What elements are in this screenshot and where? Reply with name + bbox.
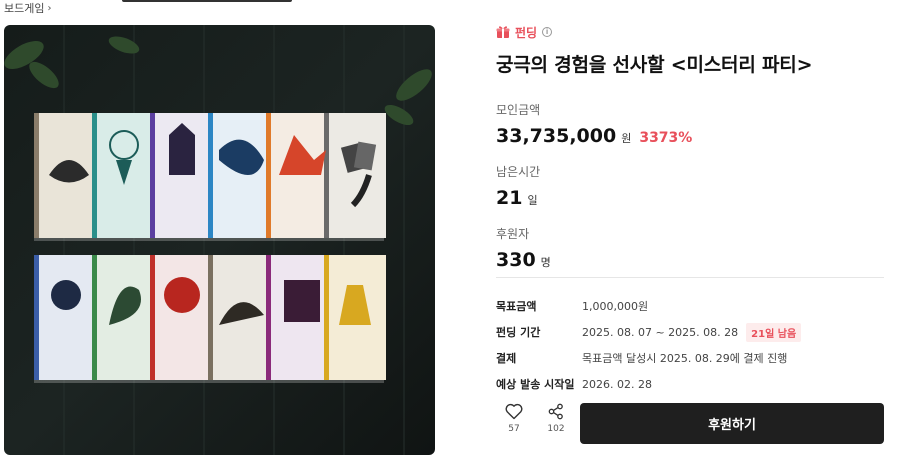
backers-label: 후원자 — [496, 227, 530, 241]
product-image — [4, 25, 435, 455]
breadcrumb[interactable]: 보드게임 › — [4, 0, 51, 16]
top-bar — [122, 0, 292, 2]
payment-value: 목표금액 달성시 2025. 08. 29에 결제 진행 — [582, 352, 788, 365]
raised-value-row: 33,735,000 원 3373% — [496, 125, 886, 147]
project-info: 펀딩 i 궁극의 경험을 선사할 <미스터리 파티> 모인금액 33,735,0… — [496, 22, 886, 272]
period-value: 2025. 08. 07 ~ 2025. 08. 28 — [582, 325, 739, 339]
payment-row: 결제 목표금액 달성시 2025. 08. 29에 결제 진행 — [496, 345, 886, 371]
project-title: 궁극의 경험을 선사할 <미스터리 파티> — [496, 54, 813, 76]
backers-unit: 명 — [540, 256, 551, 269]
raised-amount: 33,735,000 — [496, 125, 617, 147]
shipping-value: 2026. 02. 28 — [582, 377, 652, 391]
funding-badge: 펀딩 i — [496, 22, 886, 42]
backers-count: 330 — [496, 249, 536, 271]
remaining-badge: 21일 남음 — [746, 322, 802, 342]
goal-value: 1,000,000원 — [582, 300, 649, 313]
info-icon[interactable]: i — [542, 27, 553, 37]
remaining-unit: 일 — [527, 194, 538, 207]
share-icon — [548, 403, 563, 420]
raised-unit: 원 — [621, 132, 632, 145]
share-button[interactable]: 102 — [538, 403, 574, 434]
action-bar: 57 102 후원하기 — [496, 403, 886, 445]
period-row: 펀딩 기간 2025. 08. 07 ~ 2025. 08. 28 21일 남음 — [496, 319, 886, 345]
funding-label: 펀딩 — [515, 25, 538, 40]
support-button[interactable]: 후원하기 — [580, 403, 884, 444]
shipping-row: 예상 발송 시작일 2026. 02. 28 — [496, 371, 886, 397]
goal-row: 목표금액 1,000,000원 — [496, 293, 886, 319]
project-page: 보드게임 › 펀딩 i 궁극의 경험을 선사할 <미스터리 파티> 모인금액 3… — [0, 0, 900, 459]
backers-value-row: 330 명 — [496, 249, 886, 271]
gift-icon — [496, 26, 510, 38]
remaining-days: 21 — [496, 187, 523, 209]
raised-label: 모인금액 — [496, 103, 541, 117]
like-count: 57 — [508, 424, 520, 434]
remaining-value-row: 21 일 — [496, 187, 886, 209]
heart-icon — [505, 403, 523, 420]
book-row-bottom — [34, 255, 386, 380]
funding-details: 목표금액 1,000,000원 펀딩 기간 2025. 08. 07 ~ 202… — [496, 293, 886, 397]
like-button[interactable]: 57 — [496, 403, 532, 434]
raised-percent: 3373% — [639, 130, 693, 146]
book-row-top — [34, 113, 386, 238]
share-count: 102 — [547, 424, 565, 434]
payment-label: 결제 — [496, 352, 517, 365]
goal-label: 목표금액 — [496, 300, 537, 313]
shipping-label: 예상 발송 시작일 — [496, 378, 575, 391]
breadcrumb-category[interactable]: 보드게임 — [4, 0, 44, 16]
period-label: 펀딩 기간 — [496, 326, 541, 339]
chevron-right-icon: › — [47, 2, 52, 14]
divider — [496, 277, 884, 278]
remaining-label: 남은시간 — [496, 165, 541, 179]
